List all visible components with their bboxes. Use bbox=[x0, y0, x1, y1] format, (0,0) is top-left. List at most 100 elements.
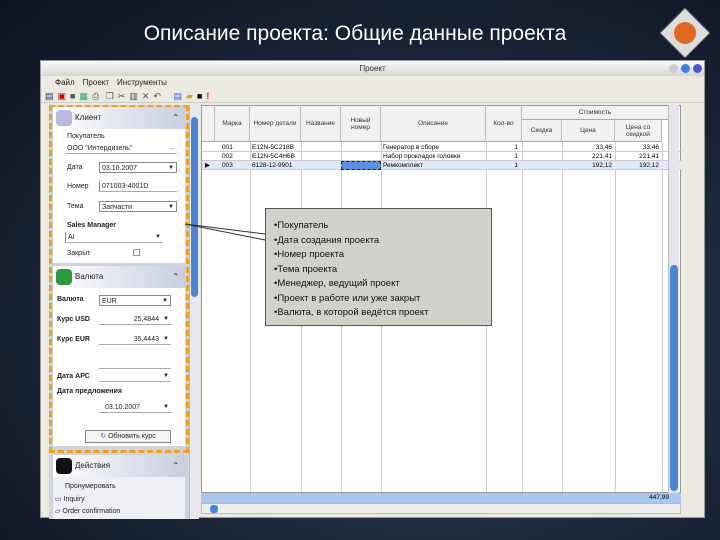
manager-select[interactable]: AI ▼ bbox=[65, 232, 163, 243]
ellipsis-icon: … bbox=[169, 145, 175, 151]
cell-disc[interactable] bbox=[524, 161, 560, 170]
cell-price_disc[interactable]: 192,12 bbox=[617, 161, 659, 170]
delete-icon[interactable]: ▣ bbox=[58, 91, 67, 101]
cell-name[interactable] bbox=[303, 161, 339, 170]
col-new-number[interactable]: Новый номер bbox=[341, 106, 381, 142]
tooltip-line: •Проект в работе или уже закрыт bbox=[274, 292, 421, 304]
number-field[interactable]: 071003-4001D bbox=[99, 181, 177, 192]
col-discount[interactable]: Скидка bbox=[522, 120, 562, 142]
currency-section-header[interactable]: Валюта ⌃ bbox=[53, 266, 185, 288]
cell-desc[interactable]: Набор прокладок головки bbox=[383, 152, 483, 161]
scroll-thumb[interactable] bbox=[670, 265, 678, 491]
disk-icon[interactable]: ■ bbox=[197, 91, 202, 101]
action-inquiry[interactable]: ▭ Inquiry bbox=[55, 495, 85, 503]
menu-tools[interactable]: Инструменты bbox=[117, 78, 167, 87]
cell-brand[interactable]: 001 bbox=[222, 143, 252, 152]
cell-name[interactable] bbox=[303, 152, 339, 161]
tooltip-line: •Валюта, в которой ведётся проект bbox=[274, 307, 429, 318]
col-part-number[interactable]: Номер детали bbox=[250, 106, 301, 142]
print-icon[interactable]: ⎙ bbox=[92, 91, 99, 101]
alert-icon[interactable]: ! bbox=[206, 91, 209, 101]
buyer-field[interactable]: ООО "Интердизель"… bbox=[65, 143, 177, 154]
menu-bar: Файл Проект Инструменты bbox=[41, 76, 704, 89]
left-panel-scrollbar[interactable] bbox=[189, 105, 199, 519]
col-quantity[interactable]: Кол-во bbox=[486, 106, 522, 142]
cell-qty[interactable]: 1 bbox=[488, 152, 518, 161]
col-price-discount[interactable]: Цена со скидкой bbox=[615, 120, 662, 142]
table-row[interactable]: ▶ 003 6128-12-9901 Ремкомплект 1 192,12 192,12 bbox=[202, 161, 682, 170]
client-icon bbox=[56, 110, 72, 126]
action-order-confirmation[interactable]: ▱ Order confirmation bbox=[55, 507, 120, 515]
topic-select[interactable]: Запчасти ▼ bbox=[99, 201, 177, 212]
maximize-button[interactable] bbox=[681, 64, 690, 73]
close-button[interactable] bbox=[693, 64, 702, 73]
cell-price_disc[interactable]: 221,41 bbox=[617, 152, 659, 161]
cell-name[interactable] bbox=[303, 143, 339, 152]
cell-desc[interactable]: Ремкомплект bbox=[383, 161, 483, 170]
cell-qty[interactable]: 1 bbox=[488, 161, 518, 170]
col-description[interactable]: Описание bbox=[381, 106, 486, 142]
offer-date-field[interactable]: 03.10.2007 ▼ bbox=[99, 402, 171, 413]
paste-icon[interactable]: ▥ bbox=[129, 91, 138, 101]
col-brand[interactable]: Марка bbox=[215, 106, 250, 142]
cell-price_disc[interactable]: 33,46 bbox=[617, 143, 659, 152]
apc-date-field[interactable]: ▼ bbox=[99, 371, 171, 382]
chevron-down-icon: ▼ bbox=[155, 234, 161, 240]
grid-scrollbar[interactable] bbox=[668, 105, 679, 503]
collapse-icon[interactable]: ⌃ bbox=[172, 455, 179, 477]
usd-rate-field[interactable]: 25,4844 ▼ bbox=[99, 314, 171, 325]
save-icon[interactable]: ■ bbox=[70, 91, 75, 101]
table-row[interactable]: 002 E12N-5C4H6B Набор прокладок головки 1 22… bbox=[202, 152, 682, 161]
actions-section: Пронумеровать ▭ Inquiry ▱ Order confirma… bbox=[53, 477, 185, 519]
actions-header-label: Действия bbox=[75, 461, 111, 470]
cell-qty[interactable]: 1 bbox=[488, 143, 518, 152]
cell-part[interactable]: 6128-12-9901 bbox=[252, 161, 300, 170]
new-icon[interactable]: ▤ bbox=[45, 91, 54, 101]
cell-brand[interactable]: 003 bbox=[222, 161, 252, 170]
closed-checkbox[interactable] bbox=[133, 249, 140, 256]
menu-project[interactable]: Проект bbox=[83, 78, 109, 87]
currency-label: Валюта bbox=[57, 296, 84, 303]
cell-newnum[interactable] bbox=[343, 152, 379, 161]
table-row[interactable]: 001 E12N-5C218B Генератор в сборе 1 33,46 33,… bbox=[202, 143, 682, 152]
grid-horizontal-scrollbar[interactable] bbox=[201, 503, 681, 514]
cell-part[interactable]: E12N-5C218B bbox=[252, 143, 300, 152]
toolbar: ▤ ▣ ■ ▦ ⎙ ❐ ✂ ▥ ✕ ↶ ▤ ▰ ■! bbox=[41, 89, 704, 103]
undo-icon[interactable]: ↶ bbox=[153, 91, 161, 101]
minimize-button[interactable] bbox=[669, 64, 678, 73]
copy-icon[interactable]: ❐ bbox=[106, 91, 114, 101]
open-icon[interactable]: ▰ bbox=[186, 91, 193, 101]
scroll-thumb[interactable] bbox=[191, 117, 198, 297]
cut-icon[interactable]: ✂ bbox=[118, 91, 126, 101]
apc-date-label: Дата АРС bbox=[57, 373, 90, 380]
action-renumber[interactable]: Пронумеровать bbox=[65, 483, 116, 490]
update-rate-button[interactable]: ↻ Обновить курс bbox=[85, 430, 171, 443]
cell-price[interactable]: 192,12 bbox=[564, 161, 612, 170]
client-section-header[interactable]: Клиент ⌃ bbox=[53, 107, 185, 129]
remove-icon[interactable]: ✕ bbox=[142, 91, 150, 101]
date-field[interactable]: 03.10.2007 ▼ bbox=[99, 162, 177, 173]
actions-section-header[interactable]: Действия ⌃ bbox=[53, 455, 185, 477]
menu-file[interactable]: Файл bbox=[55, 78, 75, 87]
col-name[interactable]: Название bbox=[301, 106, 341, 142]
excel-icon[interactable]: ▦ bbox=[79, 91, 88, 101]
cell-disc[interactable] bbox=[524, 143, 560, 152]
cell-price[interactable]: 33,46 bbox=[564, 143, 612, 152]
left-panel: Клиент ⌃ Покупатель ООО "Интердизель"… Да… bbox=[49, 105, 189, 519]
collapse-icon[interactable]: ⌃ bbox=[172, 107, 179, 129]
cell-disc[interactable] bbox=[524, 152, 560, 161]
chevron-down-icon: ▼ bbox=[162, 298, 168, 304]
cell-part[interactable]: E12N-5C4H6B bbox=[252, 152, 300, 161]
collapse-icon[interactable]: ⌃ bbox=[172, 266, 179, 288]
currency-select[interactable]: EUR ▼ bbox=[99, 295, 171, 306]
cell-newnum[interactable] bbox=[343, 143, 379, 152]
cell-desc[interactable]: Генератор в сборе bbox=[383, 143, 483, 152]
apc-spacer-field[interactable] bbox=[99, 358, 171, 369]
cell-newnum[interactable] bbox=[343, 161, 379, 170]
col-price[interactable]: Цена bbox=[562, 120, 615, 142]
cell-price[interactable]: 221,41 bbox=[564, 152, 612, 161]
cell-brand[interactable]: 002 bbox=[222, 152, 252, 161]
eur-rate-field[interactable]: 35,4443 ▼ bbox=[99, 334, 171, 345]
scroll-thumb[interactable] bbox=[210, 505, 218, 513]
form-icon[interactable]: ▤ bbox=[173, 91, 182, 101]
